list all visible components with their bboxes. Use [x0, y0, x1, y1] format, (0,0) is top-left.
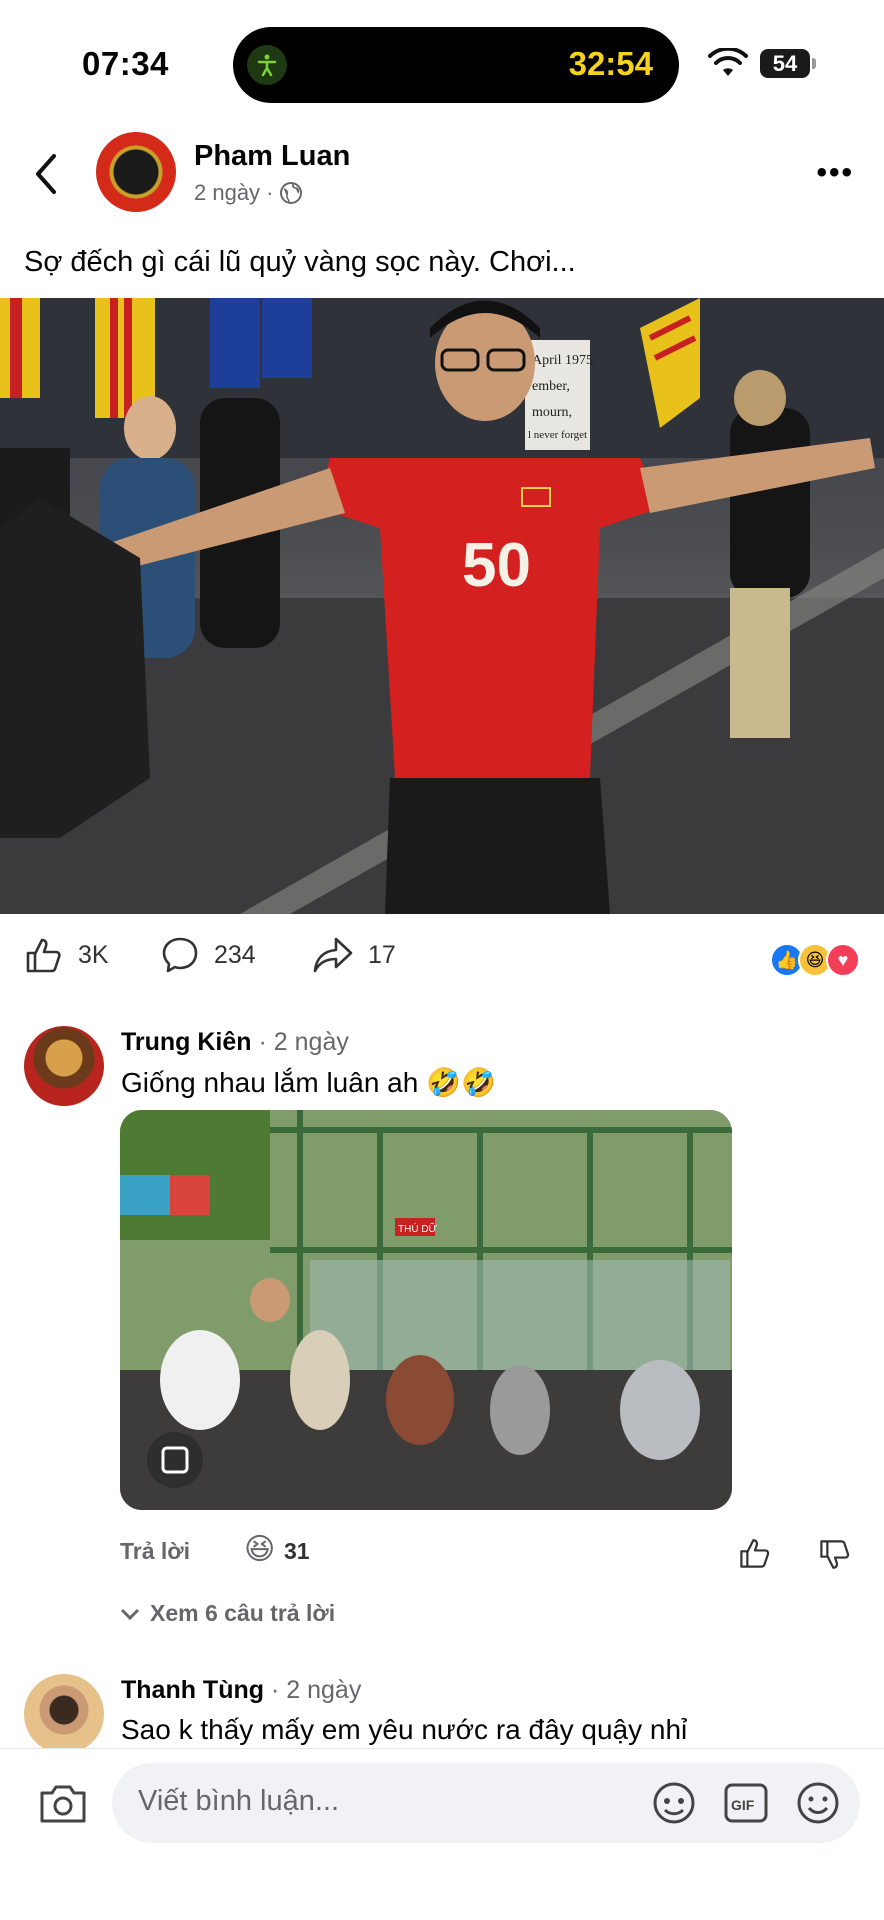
- wifi-icon: [708, 48, 748, 76]
- comment-button[interactable]: 234: [160, 935, 256, 975]
- post-text: Sợ đếch gì cái lũ quỷ vàng sọc này. Chơi…: [24, 246, 576, 278]
- sign-line-1: April 1975: [532, 353, 593, 368]
- comment-input[interactable]: Viết bình luận... GIF: [112, 1763, 860, 1843]
- commenter-name[interactable]: Trung Kiên · 2 ngày: [121, 1028, 349, 1057]
- commenter-name-text: Trung Kiên: [121, 1028, 252, 1056]
- composer-icons: GIF: [650, 1779, 842, 1827]
- comment-input-placeholder: Viết bình luận...: [138, 1785, 340, 1817]
- sign-line-3: mourn,: [532, 405, 572, 420]
- status-bar: 07:34 32:54 54: [0, 0, 884, 120]
- haha-reaction-icon: 😆: [244, 1533, 276, 1566]
- post-meta: 2 ngày ·: [194, 180, 303, 206]
- author-name[interactable]: Pham Luan: [194, 140, 350, 173]
- battery-tip: [812, 58, 816, 69]
- comment-time: · 2 ngày: [270, 1676, 362, 1704]
- share-icon: [313, 937, 353, 973]
- commenter-name-text: Thanh Tùng: [121, 1676, 265, 1704]
- share-count: 17: [368, 940, 396, 969]
- back-arrow-icon[interactable]: [32, 152, 60, 196]
- commenter-name[interactable]: Thanh Tùng · 2 ngày: [121, 1676, 361, 1705]
- comment-image-scene: THÚ DỮ: [120, 1110, 732, 1510]
- more-icon[interactable]: •••: [816, 156, 854, 190]
- reaction-summary[interactable]: 👍 😆 ♥: [770, 943, 860, 977]
- camera-icon[interactable]: [38, 1781, 88, 1825]
- post-photo-scene: April 1975 ember, mourn, l never forget …: [0, 298, 884, 914]
- commenter-avatar[interactable]: [24, 1674, 104, 1754]
- chevron-down-icon: [120, 1608, 140, 1620]
- comment-text: Sao k thấy mấy em yêu nước ra đây quậy n…: [121, 1714, 688, 1745]
- globe-icon: [280, 182, 303, 204]
- love-reaction-icon: ♥: [826, 943, 860, 977]
- reply-button[interactable]: Trả lời: [120, 1538, 190, 1565]
- share-button[interactable]: 17: [312, 935, 396, 975]
- svg-text:GIF: GIF: [731, 1797, 755, 1813]
- post-header: Pham Luan 2 ngày · •••: [0, 128, 884, 218]
- comment-time: · 2 ngày: [258, 1028, 349, 1056]
- comment-like-icon[interactable]: [738, 1536, 772, 1570]
- author-avatar[interactable]: [96, 132, 176, 212]
- view-replies-label: Xem 6 câu trả lời: [150, 1600, 336, 1626]
- like-icon: [26, 938, 61, 973]
- comment-footer: Trả lời 😆 31: [0, 1532, 884, 1576]
- dynamic-island[interactable]: 32:54: [233, 27, 679, 103]
- meta-separator: ·: [266, 180, 274, 205]
- comment-count: 234: [214, 940, 256, 969]
- sign-line-4: l never forget: [528, 429, 587, 441]
- status-time: 07:34: [82, 45, 169, 82]
- comment-composer: Viết bình luận... GIF: [0, 1748, 884, 1920]
- like-count: 3K: [78, 940, 109, 969]
- post-photo[interactable]: April 1975 ember, mourn, l never forget …: [0, 298, 884, 914]
- post-time: 2 ngày: [194, 180, 261, 205]
- emoji-icon[interactable]: [794, 1779, 842, 1827]
- like-button[interactable]: 3K: [24, 935, 109, 975]
- comment-image[interactable]: THÚ DỮ: [120, 1110, 732, 1510]
- fitness-icon: [247, 45, 287, 85]
- comment-text: Giống nhau lắm luân ah 🤣🤣: [121, 1067, 496, 1098]
- view-replies-button[interactable]: Xem 6 câu trả lời: [120, 1600, 335, 1627]
- comment-reaction-count: 31: [284, 1538, 310, 1564]
- zoo-sign: THÚ DỮ: [398, 1222, 438, 1235]
- post-actions: 3K 234 17 👍 😆 ♥: [0, 935, 884, 985]
- commenter-avatar[interactable]: [24, 1026, 104, 1106]
- sign-line-2: ember,: [532, 379, 570, 394]
- gif-icon[interactable]: GIF: [722, 1779, 770, 1827]
- comment-dislike-icon[interactable]: [818, 1538, 852, 1572]
- workout-timer: 32:54: [568, 45, 653, 82]
- avatar-sticker-icon[interactable]: [650, 1779, 698, 1827]
- jersey-number: 50: [462, 531, 531, 600]
- battery-icon: 54: [760, 49, 810, 78]
- comment-icon: [162, 937, 198, 973]
